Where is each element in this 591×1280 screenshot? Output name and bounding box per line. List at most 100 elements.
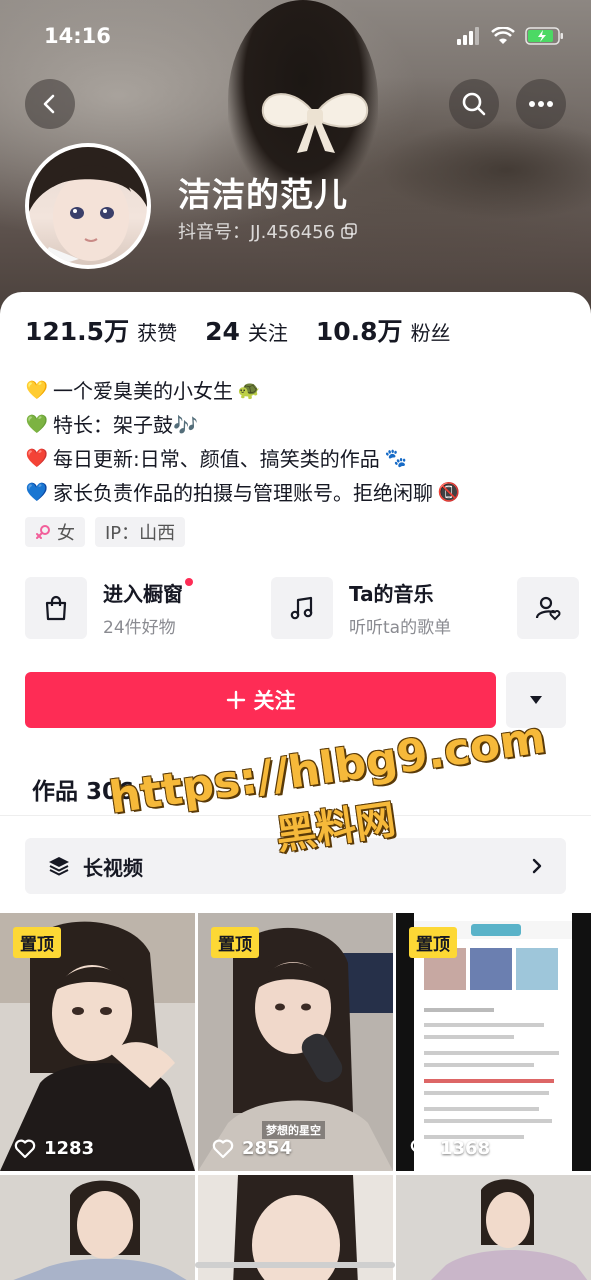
entry-title: Ta的音乐 [349, 582, 434, 606]
heart-outline-icon [14, 1139, 36, 1158]
stat-likes[interactable]: 121.5万 获赞 [25, 312, 177, 348]
status-icons [457, 26, 565, 46]
yellow-heart-icon: 💛 [25, 380, 49, 401]
cover-rocks [380, 120, 591, 220]
search-icon [462, 92, 486, 116]
status-bar: 14:16 [0, 0, 591, 70]
entry-subtitle: 听听ta的歌单 [349, 618, 452, 638]
ellipsis-icon [529, 101, 553, 107]
entry-icon-box [271, 577, 333, 639]
stat-label: 关注 [247, 321, 288, 345]
back-button[interactable] [25, 79, 75, 129]
status-time: 14:16 [44, 24, 111, 48]
long-video-entry[interactable]: 长视频 [25, 838, 566, 894]
likes-count: 1368 [440, 1138, 491, 1159]
likes-count: 1283 [44, 1138, 95, 1159]
wifi-icon [491, 27, 515, 44]
entry-subtitle: 24件好物 [103, 618, 176, 638]
stat-number: 24 [205, 317, 240, 346]
chevron-right-icon [532, 858, 542, 874]
follow-label: 关注 [253, 689, 296, 713]
entry-fans[interactable]: 粉丝 1个 [517, 577, 591, 639]
bio-line: 💛 一个爱臭美的小女生 🐢 [25, 374, 565, 408]
douyin-id[interactable]: 抖音号：JJ.456456 [178, 218, 357, 244]
pinned-badge: 置顶 [409, 927, 457, 958]
green-heart-icon: 💚 [25, 414, 49, 435]
profile-entries: 进入橱窗 24件好物 Ta的音乐 听听ta的歌单 [25, 577, 591, 639]
bio-line: 💙 家长负责作品的拍摄与管理账号。拒绝闲聊 📵 [25, 476, 565, 510]
stat-label: 粉丝 [410, 321, 451, 345]
fans-heart-icon [535, 596, 561, 621]
stat-following[interactable]: 24 关注 [205, 317, 288, 346]
heart-outline-icon [410, 1139, 432, 1158]
copy-icon[interactable] [341, 223, 357, 239]
bio-line: 💚 特长：架子鼓🎶 [25, 408, 565, 442]
profile-tags: 女 IP：山西 [25, 517, 186, 547]
video-grid: 置顶 1283 置顶 梦想的星空 2854 置顶 1368 [0, 913, 591, 1280]
ip-text: IP：山西 [105, 523, 176, 544]
video-likes: 1368 [410, 1138, 490, 1159]
music-note-icon [290, 596, 313, 620]
home-indicator [195, 1262, 395, 1268]
video-tile[interactable] [396, 1175, 591, 1280]
video-tile[interactable]: 置顶 1283 [0, 913, 195, 1171]
entry-music[interactable]: Ta的音乐 听听ta的歌单 [271, 577, 517, 639]
female-icon [36, 525, 50, 539]
gender-tag: 女 [25, 517, 85, 547]
avatar-photo [29, 147, 147, 265]
video-thumbnail [396, 1175, 591, 1280]
ip-tag: IP：山西 [95, 517, 186, 547]
heart-outline-icon [212, 1139, 234, 1158]
video-tile[interactable] [0, 1175, 195, 1280]
stat-label: 获赞 [137, 321, 178, 345]
stat-followers[interactable]: 10.8万 粉丝 [316, 312, 451, 348]
video-likes: 2854 [212, 1138, 292, 1159]
notification-dot [185, 578, 193, 586]
video-likes: 1283 [14, 1138, 94, 1159]
follow-button[interactable]: 关注 [25, 672, 496, 728]
no-phone-icon: 📵 [437, 482, 461, 503]
profile-stats: 121.5万 获赞 24 关注 10.8万 粉丝 [25, 312, 451, 348]
likes-count: 2854 [242, 1138, 293, 1159]
gender-text: 女 [57, 523, 75, 544]
blue-heart-icon: 💙 [25, 482, 49, 503]
entry-title-text: 进入橱窗 [103, 582, 183, 606]
red-heart-icon: ❤️ [25, 448, 49, 469]
layers-icon [49, 857, 69, 876]
long-video-label: 长视频 [83, 855, 143, 880]
battery-icon [525, 27, 563, 45]
entry-icon-box [25, 577, 87, 639]
stat-number: 10.8万 [315, 317, 403, 346]
more-options-button[interactable] [516, 79, 566, 129]
video-tile[interactable]: 置顶 1368 [396, 913, 591, 1171]
caret-down-icon [143, 785, 156, 793]
paw-prints-icon: 🐾 [384, 448, 407, 469]
pinned-badge: 置顶 [13, 927, 61, 958]
cover-bow [261, 93, 369, 153]
pinned-badge: 置顶 [211, 927, 259, 958]
bio-text: 每日更新:日常、颜值、搞笑类的作品 [53, 447, 380, 471]
plus-icon [226, 690, 245, 710]
works-tab-label: 作品 306 [32, 779, 135, 805]
tab-works[interactable]: 作品 306 [32, 772, 156, 806]
douyin-id-text: 抖音号：JJ.456456 [178, 222, 336, 243]
avatar-face [29, 147, 147, 265]
profile-bio: 💛 一个爱臭美的小女生 🐢 💚 特长：架子鼓🎶 ❤️ 每日更新:日常、颜值、搞笑… [25, 374, 565, 510]
entry-shop-window[interactable]: 进入橱窗 24件好物 [25, 577, 271, 639]
chevron-left-icon [43, 94, 55, 114]
video-thumbnail [0, 1175, 195, 1280]
video-caption: 梦想的星空 [262, 1121, 325, 1139]
entry-icon-box [517, 577, 579, 639]
search-button[interactable] [449, 79, 499, 129]
turtle-icon: 🐢 [237, 380, 261, 401]
bio-line: ❤️ 每日更新:日常、颜值、搞笑类的作品 🐾 [25, 442, 565, 476]
stat-number: 121.5万 [25, 317, 130, 346]
bio-text: 家长负责作品的拍摄与管理账号。拒绝闲聊 [53, 481, 433, 505]
recommend-dropdown-button[interactable] [506, 672, 566, 728]
avatar[interactable] [25, 143, 151, 269]
signal-icon [457, 27, 479, 45]
bio-text: 一个爱臭美的小女生 [53, 379, 233, 403]
video-tile[interactable]: 置顶 梦想的星空 2854 [198, 913, 393, 1171]
tab-divider [0, 815, 591, 816]
display-name: 洁洁的范儿 [178, 175, 348, 214]
